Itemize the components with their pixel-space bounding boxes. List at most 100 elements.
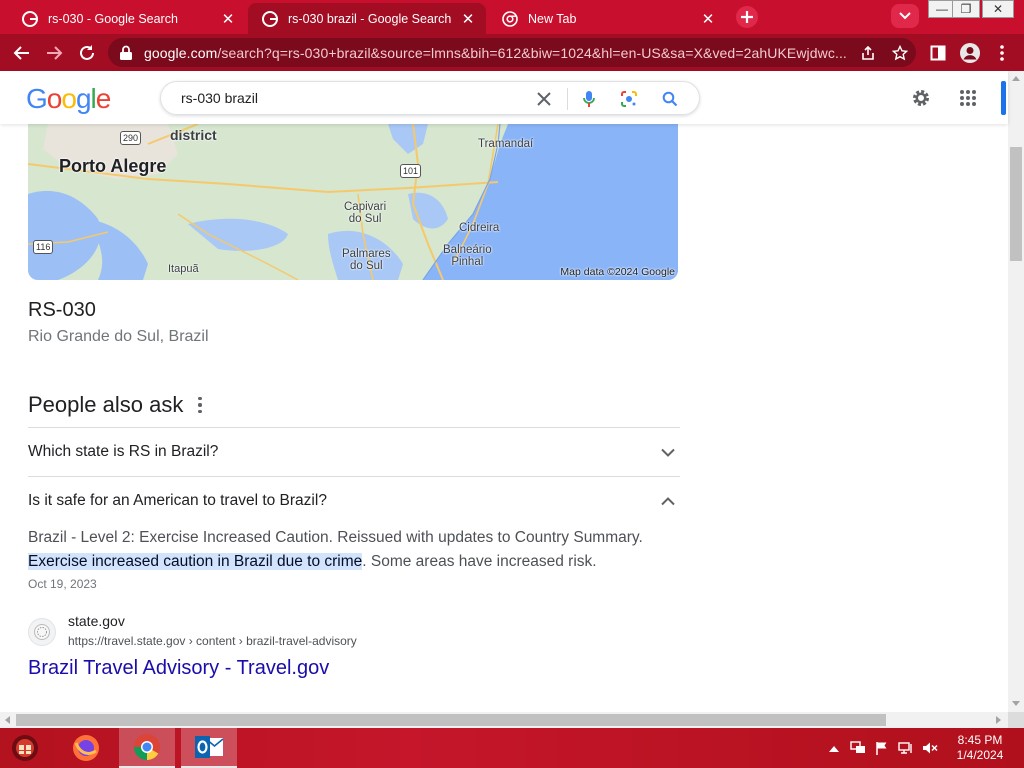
tab-close-icon[interactable]: ✕ <box>700 11 716 28</box>
profile-button[interactable] <box>958 41 982 65</box>
plus-icon <box>736 6 758 28</box>
map-label-balneario-pinhal: Balneário Pinhal <box>443 244 492 269</box>
tab-title: New Tab <box>528 11 577 26</box>
place-title: RS-030 <box>28 299 96 321</box>
network-tray-icon[interactable] <box>850 740 866 756</box>
tab-rs030-brazil-search[interactable]: rs-030 brazil - Google Search ✕ <box>248 3 486 34</box>
chrome-icon <box>502 10 518 27</box>
chevron-down-icon <box>899 12 911 20</box>
show-hidden-icons-button[interactable] <box>826 740 842 756</box>
road-shield-116: 116 <box>33 240 54 254</box>
paa-question-1[interactable]: Which state is RS in Brazil? <box>28 428 680 476</box>
tab-close-icon[interactable]: ✕ <box>220 11 236 28</box>
arrow-right-icon <box>47 46 63 60</box>
more-options-button[interactable] <box>192 395 208 415</box>
logo-letter: G <box>26 83 48 114</box>
sign-in-button[interactable] <box>1001 81 1006 115</box>
source-url: https://travel.state.gov › content › bra… <box>68 634 357 648</box>
share-button[interactable] <box>852 45 884 61</box>
browser-toolbar: google.com/search?q=rs-030+brazil&source… <box>0 34 1024 71</box>
answer-text-end: . Some areas have increased risk. <box>362 553 597 570</box>
tab-strip: rs-030 - Google Search ✕ rs-030 brazil -… <box>0 0 1024 34</box>
start-button[interactable] <box>0 728 50 768</box>
tab-close-icon[interactable]: ✕ <box>460 11 476 28</box>
tab-rs030-search[interactable]: rs-030 - Google Search ✕ <box>8 3 246 34</box>
logo-letter: e <box>95 83 112 114</box>
google-logo[interactable]: Google <box>26 83 112 115</box>
bookmark-button[interactable] <box>884 44 916 61</box>
clock-date: 1/4/2024 <box>956 748 1004 762</box>
connection-tray-icon[interactable] <box>898 740 914 756</box>
vertical-scrollbar[interactable] <box>1008 71 1024 712</box>
forward-button[interactable] <box>42 41 66 65</box>
close-window-button[interactable]: ✕ <box>982 0 1014 18</box>
vertical-scroll-thumb[interactable] <box>1010 147 1022 261</box>
tab-title: rs-030 - Google Search <box>48 11 178 26</box>
google-favicon-icon <box>22 10 38 27</box>
reload-button[interactable] <box>75 41 99 65</box>
settings-button[interactable] <box>908 85 934 111</box>
volume-muted-icon <box>923 742 938 754</box>
action-center-tray-icon[interactable] <box>874 740 890 756</box>
place-region: Rio Grande do Sul, Brazil <box>28 328 209 345</box>
result-link[interactable]: Brazil Travel Advisory - Travel.gov <box>28 657 329 680</box>
search-input[interactable] <box>181 90 521 106</box>
paa-question-2[interactable]: Is it safe for an American to travel to … <box>28 477 680 525</box>
windows-taskbar: 8:45 PM 1/4/2024 <box>0 728 1024 768</box>
new-tab-button[interactable] <box>734 5 760 29</box>
tab-title: rs-030 brazil - Google Search <box>288 11 452 26</box>
answer-highlight: Exercise increased caution in Brazil due… <box>28 553 363 570</box>
tab-search-button[interactable] <box>891 4 919 28</box>
paa-answer: Brazil - Level 2: Exercise Increased Cau… <box>28 526 678 574</box>
clock-time: 8:45 PM <box>957 733 1003 747</box>
horizontal-scroll-thumb[interactable] <box>16 714 886 726</box>
back-button[interactable] <box>10 41 34 65</box>
side-panel-button[interactable] <box>926 41 950 65</box>
chevron-up-icon <box>656 489 680 513</box>
gear-icon <box>913 90 929 106</box>
map-label-cidreira: Cidreira <box>459 222 500 234</box>
restore-button[interactable]: ❐ <box>952 0 980 18</box>
search-results-page: district Porto Alegre Tramandaí Capivari… <box>0 71 1008 712</box>
taskbar-firefox[interactable] <box>58 728 114 768</box>
tab-new-tab[interactable]: New Tab ✕ <box>488 3 726 34</box>
scroll-up-arrow-icon[interactable] <box>1012 76 1020 81</box>
map-credit: Map data ©2024 Google <box>560 266 675 278</box>
taskbar-chrome[interactable] <box>119 728 175 768</box>
people-also-ask-heading: People also ask <box>28 392 184 417</box>
voice-search-button[interactable] <box>580 90 598 108</box>
firefox-icon <box>73 735 99 761</box>
answer-text-start: Brazil - Level 2: Exercise Increased Cau… <box>28 529 643 546</box>
address-bar[interactable]: google.com/search?q=rs-030+brazil&source… <box>108 38 916 67</box>
scroll-left-arrow-icon[interactable] <box>5 716 10 724</box>
logo-letter: o <box>61 83 77 114</box>
lens-search-button[interactable] <box>620 90 638 108</box>
volume-tray-icon[interactable] <box>922 740 938 756</box>
network-icon <box>850 741 865 753</box>
taskbar-clock[interactable]: 8:45 PM 1/4/2024 <box>950 733 1010 763</box>
scrollbar-corner <box>1008 712 1024 728</box>
search-box <box>160 81 700 115</box>
taskbar-outlook[interactable] <box>181 728 237 768</box>
arrow-left-icon <box>13 46 29 60</box>
browser-menu-button[interactable] <box>990 41 1014 65</box>
start-orb-icon <box>12 735 38 761</box>
question-text: Which state is RS in Brazil? <box>28 443 219 460</box>
avatar-icon <box>960 43 980 63</box>
flag-icon <box>876 742 887 755</box>
scroll-right-arrow-icon[interactable] <box>996 716 1001 724</box>
road-shield-290: 290 <box>120 131 142 145</box>
clear-search-button[interactable] <box>535 90 553 108</box>
microphone-icon <box>583 91 595 107</box>
google-apps-button[interactable] <box>955 85 981 111</box>
google-favicon-icon <box>262 10 278 27</box>
scroll-down-arrow-icon[interactable] <box>1012 701 1020 706</box>
star-icon <box>892 44 908 60</box>
map-card[interactable]: district Porto Alegre Tramandaí Capivari… <box>28 124 678 280</box>
horizontal-scrollbar[interactable] <box>0 712 1008 728</box>
map-label-itapua: Itapuã <box>168 263 199 275</box>
map-label-district: district <box>170 127 217 143</box>
search-button[interactable] <box>661 90 679 108</box>
chrome-icon <box>133 734 160 761</box>
logo-letter: g <box>75 83 92 114</box>
